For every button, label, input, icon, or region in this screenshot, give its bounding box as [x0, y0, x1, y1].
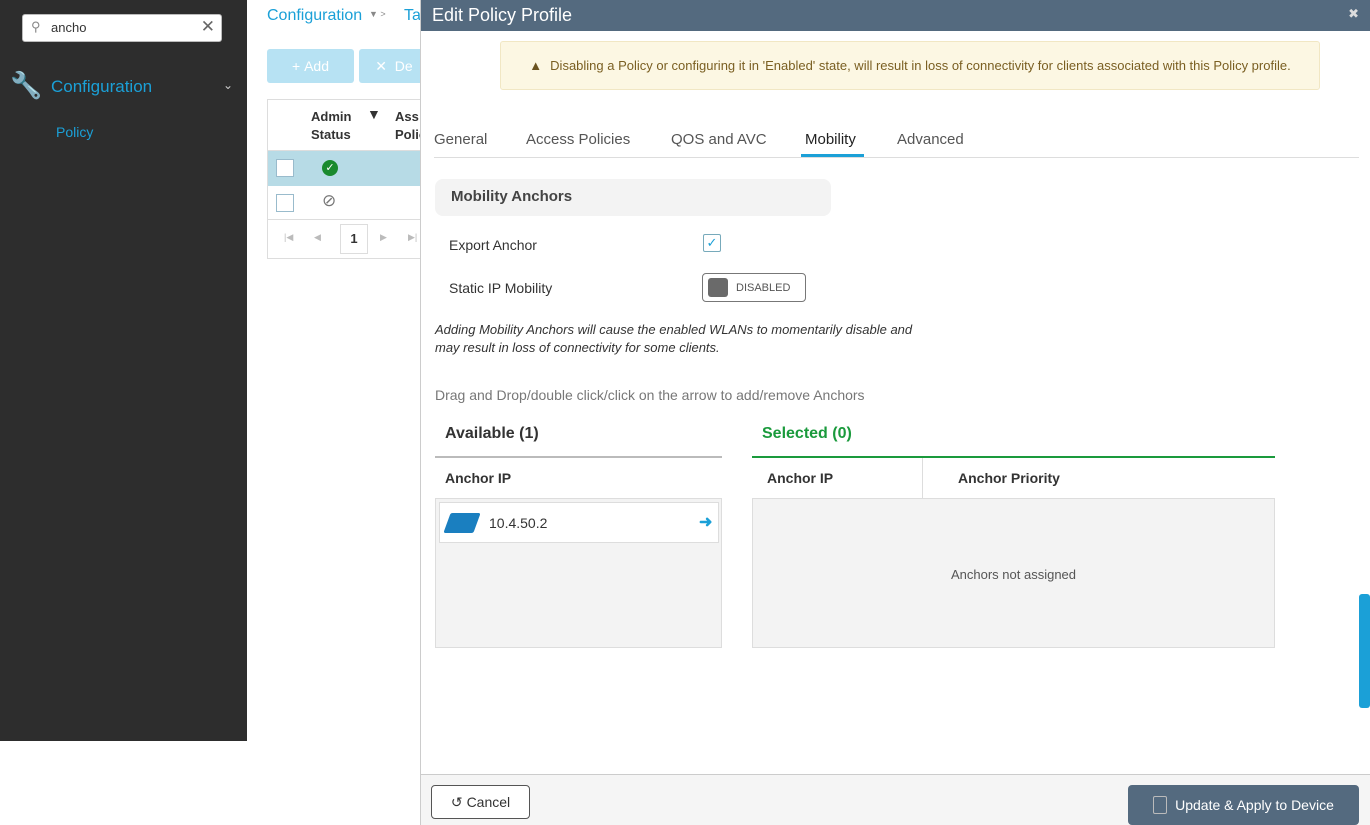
enabled-icon: ✓ [322, 160, 338, 176]
filter-icon[interactable]: ▼ [367, 106, 381, 122]
table-row[interactable]: ✓ [268, 151, 428, 186]
available-list: 10.4.50.2 ➜ [435, 498, 722, 648]
static-ip-label: Static IP Mobility [449, 280, 553, 296]
undo-icon: ↺ [450, 793, 463, 810]
add-button[interactable]: + Add [267, 49, 354, 83]
anchor-ip: 10.4.50.2 [489, 515, 548, 531]
scrollbar[interactable] [1359, 594, 1370, 708]
breadcrumb-next[interactable]: Ta [404, 7, 421, 25]
last-page-icon[interactable]: ▶| [408, 232, 417, 243]
toggle-knob [708, 278, 728, 297]
selected-title: Selected (0) [762, 425, 852, 442]
cancel-button[interactable]: ↺ Cancel [431, 785, 530, 819]
cancel-label: Cancel [466, 794, 511, 810]
export-anchor-label: Export Anchor [449, 237, 537, 253]
delete-button[interactable]: ✕ De [359, 49, 429, 83]
selected-underline [752, 456, 1275, 458]
static-ip-toggle[interactable]: DISABLED [702, 273, 806, 302]
tab-divider [434, 157, 1359, 158]
search-input[interactable] [51, 20, 191, 35]
edit-policy-modal: Edit Policy Profile ✖ ▲ Disabling a Poli… [420, 0, 1370, 825]
available-col-anchor-ip: Anchor IP [445, 470, 512, 486]
instructions: Drag and Drop/double click/click on the … [435, 387, 865, 403]
disabled-icon: ⊘ [322, 191, 337, 210]
breadcrumb[interactable]: Configuration [267, 7, 362, 25]
sidebar: ⚲ ✕ 🔧 Configuration ⌄ Policy [0, 0, 247, 741]
nav-configuration[interactable]: Configuration [51, 77, 152, 97]
save-icon [1153, 796, 1168, 814]
selected-col-anchor-ip: Anchor IP [767, 470, 834, 486]
empty-text: Anchors not assigned [950, 567, 1077, 582]
warning-banner: ▲ Disabling a Policy or configuring it i… [500, 41, 1320, 90]
row-checkbox[interactable] [276, 194, 294, 212]
update-apply-button[interactable]: Update & Apply to Device [1128, 785, 1359, 825]
table-row[interactable]: ⊘ [268, 186, 428, 220]
available-underline [435, 456, 722, 458]
tab-qos-avc[interactable]: QOS and AVC [671, 131, 767, 148]
export-anchor-checkbox[interactable]: ✓ [703, 234, 721, 252]
prev-page-icon[interactable]: ◀ [314, 232, 321, 243]
wrench-icon: 🔧 [10, 70, 43, 100]
nav-policy[interactable]: Policy [56, 124, 93, 140]
close-icon[interactable]: ✖ [1348, 6, 1359, 22]
add-label: Add [304, 58, 329, 74]
tab-access-policies[interactable]: Access Policies [526, 131, 630, 148]
toggle-state: DISABLED [736, 282, 791, 294]
policy-list-page: Configuration ▼ > Ta + Add ✕ De Admin St… [247, 0, 429, 825]
first-page-icon[interactable]: |◀ [284, 232, 293, 243]
tab-general[interactable]: General [434, 131, 487, 148]
page-number[interactable]: 1 [340, 224, 368, 254]
apply-label: Update & Apply to Device [1175, 797, 1334, 813]
policy-table: Admin Status ▼ Ass Polic ✓ ⊘ |◀ ◀ 1 ▶ ▶| [267, 99, 428, 259]
row-checkbox[interactable] [276, 159, 294, 177]
col-admin-status: Admin Status [311, 109, 352, 142]
section-title: Mobility Anchors [451, 188, 573, 205]
arrow-right-icon[interactable]: ➜ [699, 512, 712, 532]
warning-text: Disabling a Policy or configuring it in … [550, 58, 1291, 73]
clear-icon[interactable]: ✕ [201, 17, 215, 37]
warning-icon: ▲ [529, 58, 543, 73]
modal-footer: ↺ Cancel Update & Apply to Device [421, 774, 1370, 825]
menu-search[interactable]: ⚲ ✕ [22, 14, 222, 42]
section-header: Mobility Anchors [435, 179, 831, 216]
search-icon: ⚲ [31, 19, 41, 34]
tab-mobility[interactable]: Mobility [805, 131, 856, 148]
caret-icon: ▼ > [369, 9, 386, 19]
chevron-down-icon[interactable]: ⌄ [223, 78, 233, 92]
next-page-icon[interactable]: ▶ [380, 232, 387, 243]
switch-icon [443, 513, 481, 533]
modal-title: Edit Policy Profile [432, 5, 573, 25]
modal-header: Edit Policy Profile ✖ [421, 0, 1370, 31]
selected-col-priority: Anchor Priority [958, 470, 1060, 486]
available-title: Available (1) [445, 425, 539, 442]
selected-list: Anchors not assigned [752, 498, 1275, 648]
delete-label: De [394, 58, 413, 74]
tab-advanced[interactable]: Advanced [897, 131, 964, 148]
anchor-item[interactable]: 10.4.50.2 ➜ [439, 502, 719, 543]
mobility-note: Adding Mobility Anchors will cause the e… [435, 322, 913, 355]
